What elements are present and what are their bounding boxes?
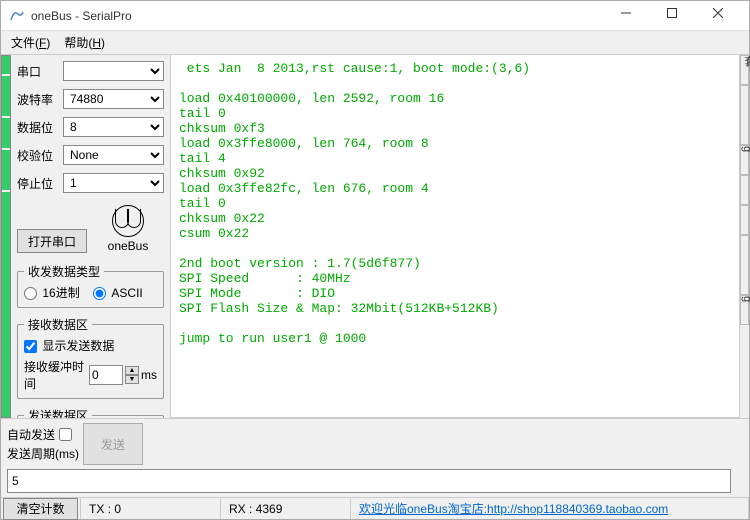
status-link[interactable]: 欢迎光临oneBus淘宝店:http://shop118840369.taoba… — [359, 500, 668, 517]
menu-help[interactable]: 帮助(H) — [64, 34, 105, 51]
terminal-output[interactable]: ets Jan 8 2013,rst cause:1, boot mode:(3… — [171, 55, 739, 418]
open-port-button[interactable]: 打开串口 — [17, 229, 87, 253]
logo-icon — [112, 205, 144, 237]
serial-port-label: 串口 — [17, 63, 59, 80]
databits-label: 数据位 — [17, 119, 59, 136]
parity-select[interactable]: None — [63, 145, 164, 165]
app-window: oneBus - SerialPro 文件(F) 帮助(H) 串口 — [0, 0, 750, 520]
rx-buf-time-input[interactable] — [89, 365, 123, 385]
send-panel: 自动发送 发送周期(ms) 发送 — [1, 418, 749, 469]
rx-buf-time-label: 接收缓冲时间 — [24, 358, 87, 392]
menubar: 文件(F) 帮助(H) — [1, 31, 749, 55]
brand-label: oneBus — [103, 239, 153, 253]
statusbar: 清空计数 TX : 0 RX : 4369 欢迎光临oneBus淘宝店:http… — [1, 497, 749, 519]
stopbits-select[interactable]: 1 — [63, 173, 164, 193]
send-period-label: 发送周期(ms) — [7, 445, 79, 462]
radio-ascii[interactable]: ASCII — [93, 286, 143, 300]
rx-zone-group: 接收数据区 显示发送数据 接收缓冲时间 ▲▼ ms — [17, 316, 164, 399]
send-button[interactable]: 发送 — [83, 423, 143, 465]
app-icon — [9, 8, 25, 24]
radio-hex[interactable]: 16进制 — [24, 286, 80, 300]
auto-send-checkbox[interactable] — [59, 428, 72, 441]
baud-select[interactable]: 74880 — [63, 89, 164, 109]
dock-tab-2[interactable]: g — [740, 145, 749, 175]
auto-send-label: 自动发送 — [7, 426, 55, 443]
window-title: oneBus - SerialPro — [31, 9, 603, 23]
stopbits-label: 停止位 — [17, 175, 59, 192]
ms-label: ms — [141, 368, 157, 382]
menu-file[interactable]: 文件(F) — [11, 34, 50, 51]
send-input[interactable] — [7, 469, 731, 493]
rx-buf-time-spinner[interactable]: ▲▼ — [125, 366, 139, 384]
status-rx: RX : 4369 — [221, 498, 351, 519]
parity-label: 校验位 — [17, 147, 59, 164]
brand-logo: oneBus — [103, 205, 153, 253]
settings-panel: 串口 波特率 74880 数据位 8 校验位 None 停止位 1 打开串口 — [11, 55, 171, 418]
dock-tab-4[interactable]: g — [740, 295, 749, 325]
status-tx: TX : 0 — [81, 498, 221, 519]
clear-count-button[interactable]: 清空计数 — [3, 498, 78, 520]
databits-select[interactable]: 8 — [63, 117, 164, 137]
data-type-group: 收发数据类型 16进制 ASCII — [17, 263, 164, 308]
left-dock-strip — [1, 55, 11, 418]
data-type-legend: 收发数据类型 — [24, 263, 104, 280]
show-send-checkbox[interactable]: 显示发送数据 — [24, 339, 114, 353]
minimize-button[interactable] — [603, 0, 649, 28]
rx-zone-legend: 接收数据区 — [24, 316, 92, 333]
titlebar: oneBus - SerialPro — [1, 1, 749, 31]
dock-tab-3[interactable] — [740, 205, 749, 235]
dock-tab-1[interactable]: 套 — [740, 55, 749, 85]
serial-port-select[interactable] — [63, 61, 164, 81]
close-button[interactable] — [695, 0, 741, 28]
maximize-button[interactable] — [649, 0, 695, 28]
right-dock-strip: 套 g g — [739, 55, 749, 418]
baud-label: 波特率 — [17, 91, 59, 108]
